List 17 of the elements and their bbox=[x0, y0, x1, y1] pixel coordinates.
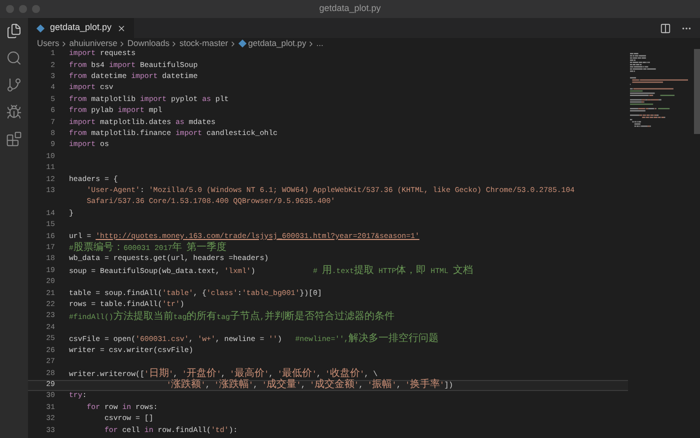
breadcrumb-item[interactable]: ... bbox=[316, 37, 324, 50]
breadcrumb-item[interactable]: stock-master bbox=[179, 37, 228, 50]
scrollbar-thumb[interactable] bbox=[694, 49, 700, 134]
editor-tab[interactable]: getdata_plot.py bbox=[28, 18, 134, 38]
breadcrumb-item[interactable]: getdata_plot.py bbox=[248, 37, 306, 50]
breadcrumb-item[interactable]: Users bbox=[37, 37, 60, 50]
branch-icon[interactable] bbox=[6, 77, 22, 93]
bug-icon[interactable] bbox=[6, 104, 22, 120]
files-icon[interactable] bbox=[6, 23, 22, 39]
python-file-icon bbox=[36, 24, 45, 32]
extensions-icon[interactable] bbox=[6, 131, 22, 147]
window-title: getdata_plot.py bbox=[319, 2, 381, 16]
search-icon[interactable] bbox=[6, 50, 22, 66]
split-editor-icon[interactable] bbox=[660, 22, 671, 34]
close-icon[interactable] bbox=[116, 24, 126, 32]
breadcrumb-item[interactable]: ahuiuniverse bbox=[69, 37, 118, 50]
breadcrumb-item[interactable]: Downloads bbox=[127, 37, 170, 50]
